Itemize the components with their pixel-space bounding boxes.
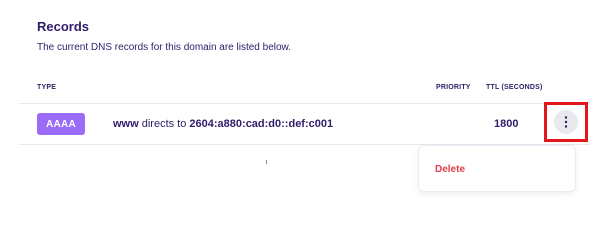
record-value: www directs to 2604:a880:cad:d0::def:c00… <box>113 118 333 130</box>
record-ttl: 1800 <box>494 118 519 130</box>
section-title: Records <box>37 19 90 34</box>
more-vertical-icon <box>564 116 568 128</box>
actions-dropdown-menu: Delete <box>418 145 576 192</box>
record-host: www <box>113 118 139 130</box>
records-panel: Records The current DNS records for this… <box>0 0 610 216</box>
cursor-mark <box>266 160 267 164</box>
record-target: 2604:a880:cad:d0::def:c001 <box>189 118 334 130</box>
section-description: The current DNS records for this domain … <box>37 42 291 53</box>
record-type-badge: AAAA <box>37 113 85 135</box>
more-actions-button[interactable] <box>554 110 578 134</box>
record-connector: directs to <box>138 118 190 130</box>
actions-highlight-box <box>544 102 588 142</box>
column-header-priority: PRIORITY <box>436 84 471 91</box>
table-divider <box>19 103 590 104</box>
column-header-type: TYPE <box>37 84 57 91</box>
column-header-ttl: TTL (SECONDS) <box>486 84 543 91</box>
delete-menu-item[interactable]: Delete <box>435 164 465 175</box>
